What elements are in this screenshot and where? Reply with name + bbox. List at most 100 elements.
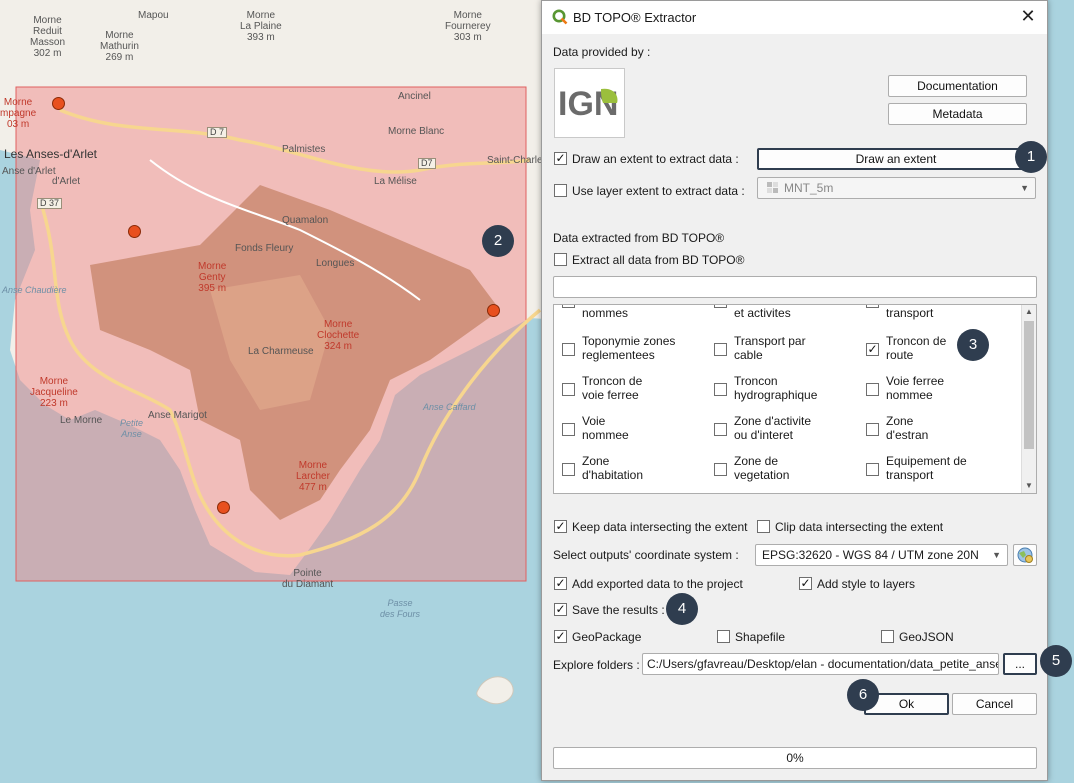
islet (476, 676, 514, 705)
map-label: Mapou (138, 10, 169, 21)
layer-checkbox[interactable] (714, 343, 727, 356)
crs-select[interactable]: EPSG:32620 - WGS 84 / UTM zone 20N ▼ (755, 544, 1008, 566)
bdtopo-extractor-dialog: BD TOPO® Extractor ✕ Data provided by : … (541, 0, 1048, 781)
map-label: d'Arlet (52, 176, 81, 187)
step-badge-4: 4 (666, 593, 698, 625)
ign-logo: IGN (554, 68, 625, 138)
scroll-down-icon[interactable]: ▼ (1022, 479, 1036, 493)
map-label: Saint-Charles (487, 155, 548, 166)
map-marker[interactable] (217, 501, 230, 514)
add-project-label: Add exported data to the project (572, 577, 743, 591)
layer-item-partial[interactable]: transport (866, 305, 1011, 333)
layer-item[interactable]: Zone d'activite ou d'interet (714, 414, 859, 446)
filter-input[interactable] (553, 276, 1037, 298)
close-icon[interactable]: ✕ (1015, 5, 1041, 29)
layer-item-label: Troncon hydrographique (734, 374, 818, 402)
map-label: Ancinel (398, 91, 431, 102)
map-label: Petite Anse (120, 418, 144, 439)
progress-bar: 0% (553, 747, 1037, 769)
extract-all-checkbox[interactable] (554, 253, 567, 266)
layer-select[interactable]: MNT_5m ▼ (757, 177, 1036, 199)
layer-extent-label: Use layer extent to extract data : (572, 184, 745, 198)
map-label: D7 (418, 158, 436, 169)
layer-checkbox[interactable] (866, 383, 879, 396)
layer-checkbox[interactable] (866, 305, 879, 308)
layer-extent-checkbox[interactable] (554, 184, 567, 197)
draw-extent-button[interactable]: Draw an extent (757, 148, 1035, 170)
map-label: Les Anses-d'Arlet (4, 147, 98, 161)
crs-select-value: EPSG:32620 - WGS 84 / UTM zone 20N (762, 548, 979, 562)
step-badge-6: 6 (847, 679, 879, 711)
layer-item-label: transport (886, 306, 934, 320)
layer-checkbox[interactable] (866, 463, 879, 476)
step-badge-3: 3 (957, 329, 989, 361)
layer-item[interactable]: Equipement de transport (866, 454, 1011, 486)
map-label: Morne Genty 395 m (198, 261, 227, 294)
layer-item-label: Equipement de transport (886, 454, 967, 482)
metadata-button[interactable]: Metadata (888, 103, 1027, 125)
map-label: Morne Mathurin 269 m (100, 30, 139, 63)
title-bar[interactable]: BD TOPO® Extractor ✕ (542, 1, 1047, 34)
keep-intersect-checkbox[interactable]: ✓ (554, 520, 567, 533)
browse-button[interactable]: ... (1003, 653, 1037, 675)
layer-checkbox[interactable] (562, 383, 575, 396)
layer-item-label: Voie ferree nommee (886, 374, 945, 402)
map-label: Passe des Fours (380, 598, 421, 619)
layer-item-partial[interactable]: nommes (562, 305, 707, 333)
map-label: Morne Larcher 477 m (296, 460, 330, 493)
layer-select-value: MNT_5m (784, 181, 834, 195)
map-marker[interactable] (52, 97, 65, 110)
layer-item[interactable]: Transport par cable (714, 334, 859, 366)
cancel-button[interactable]: Cancel (952, 693, 1037, 715)
layer-checkbox[interactable] (562, 305, 575, 308)
layer-item[interactable]: ✓ Troncon de route (866, 334, 1011, 366)
documentation-button[interactable]: Documentation (888, 75, 1027, 97)
map-marker[interactable] (128, 225, 141, 238)
layer-item-partial[interactable]: et activites (714, 305, 859, 333)
layer-checkbox[interactable] (714, 463, 727, 476)
clip-intersect-label: Clip data intersecting the extent (775, 520, 944, 534)
layer-item[interactable]: Toponymie zones reglementees (562, 334, 707, 366)
step-badge-2: 2 (482, 225, 514, 257)
layer-checkbox[interactable] (562, 423, 575, 436)
map-label: La Mélise (374, 176, 417, 187)
layer-item[interactable]: Zone d'habitation (562, 454, 707, 486)
layer-checkbox[interactable] (866, 423, 879, 436)
folder-path-input[interactable]: C:/Users/gfavreau/Desktop/elan - documen… (642, 653, 999, 675)
layer-item-label: Voie nommee (582, 414, 629, 442)
map-label: Anse d'Arlet (2, 166, 56, 177)
layer-checkbox[interactable] (562, 463, 575, 476)
clip-intersect-checkbox[interactable] (757, 520, 770, 533)
layer-item[interactable]: Zone de vegetation (714, 454, 859, 486)
layer-item[interactable]: Troncon hydrographique (714, 374, 859, 406)
add-project-checkbox[interactable]: ✓ (554, 577, 567, 590)
layer-item[interactable]: Voie nommee (562, 414, 707, 446)
map-label: Quamalon (282, 215, 329, 226)
map-marker[interactable] (487, 304, 500, 317)
layer-checkbox[interactable] (714, 383, 727, 396)
layer-checkbox[interactable] (562, 343, 575, 356)
add-style-checkbox[interactable]: ✓ (799, 577, 812, 590)
layer-item-label: Troncon de route (886, 334, 947, 362)
map-label: Fonds Fleury (235, 243, 294, 254)
scroll-up-icon[interactable]: ▲ (1022, 305, 1036, 319)
geopackage-checkbox[interactable]: ✓ (554, 630, 567, 643)
add-style-label: Add style to layers (817, 577, 916, 591)
shapefile-checkbox[interactable] (717, 630, 730, 643)
crs-selector-button[interactable] (1013, 544, 1037, 566)
draw-extent-label: Draw an extent to extract data : (572, 152, 739, 166)
map-label: Morne Fournerey 303 m (445, 10, 491, 43)
chevron-down-icon: ▼ (992, 550, 1001, 560)
geojson-checkbox[interactable] (881, 630, 894, 643)
layer-checkbox[interactable]: ✓ (866, 343, 879, 356)
layer-item[interactable]: Troncon de voie ferree (562, 374, 707, 406)
save-results-checkbox[interactable]: ✓ (554, 603, 567, 616)
layer-checkbox[interactable] (714, 423, 727, 436)
dialog-title: BD TOPO® Extractor (573, 10, 697, 25)
scroll-thumb[interactable] (1024, 321, 1034, 449)
layer-item[interactable]: Voie ferree nommee (866, 374, 1011, 406)
layer-list-scrollbar[interactable]: ▲ ▼ (1021, 305, 1036, 493)
layer-checkbox[interactable] (714, 305, 727, 308)
layer-item[interactable]: Zone d'estran (866, 414, 1011, 446)
draw-extent-checkbox[interactable]: ✓ (554, 152, 567, 165)
